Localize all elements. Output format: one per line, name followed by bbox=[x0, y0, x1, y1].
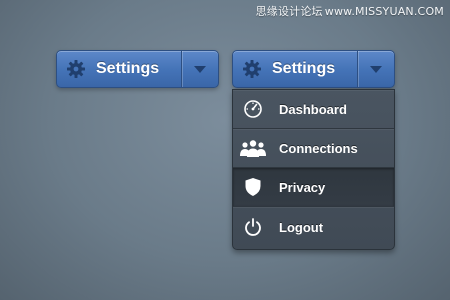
menu-item-label: Dashboard bbox=[279, 101, 347, 117]
watermark-site-name: 思缘设计论坛 bbox=[255, 5, 323, 18]
caret-down-icon bbox=[370, 65, 382, 73]
settings-button[interactable]: Settings bbox=[57, 51, 181, 87]
gear-icon bbox=[66, 59, 86, 79]
menu-item-connections[interactable]: Connections bbox=[233, 129, 394, 168]
power-icon bbox=[239, 215, 267, 239]
settings-button-label: Settings bbox=[272, 60, 336, 77]
caret-down-icon bbox=[194, 65, 206, 73]
settings-dropdown-toggle[interactable] bbox=[357, 51, 394, 87]
watermark: 思缘设计论坛 www.MISSYUAN.COM bbox=[256, 3, 444, 19]
watermark-url: www.MISSYUAN.COM bbox=[324, 5, 444, 18]
settings-button[interactable]: Settings bbox=[233, 51, 357, 87]
settings-split-button-collapsed: Settings bbox=[56, 50, 219, 88]
menu-item-privacy[interactable]: Privacy bbox=[233, 168, 394, 207]
menu-item-label: Logout bbox=[279, 219, 324, 235]
menu-item-dashboard[interactable]: Dashboard bbox=[233, 90, 394, 129]
settings-dropdown-toggle[interactable] bbox=[181, 51, 218, 87]
speedometer-icon bbox=[239, 97, 267, 121]
menu-item-label: Privacy bbox=[279, 179, 326, 195]
settings-button-label: Settings bbox=[96, 60, 160, 77]
shield-icon bbox=[239, 175, 267, 199]
people-icon bbox=[239, 136, 267, 160]
menu-item-label: Connections bbox=[279, 140, 358, 156]
menu-item-logout[interactable]: Logout bbox=[233, 207, 394, 247]
settings-dropdown-menu: Dashboard Connections Privacy Logout bbox=[232, 89, 395, 250]
gear-icon bbox=[242, 59, 262, 79]
settings-split-button-expanded: Settings bbox=[232, 50, 395, 88]
